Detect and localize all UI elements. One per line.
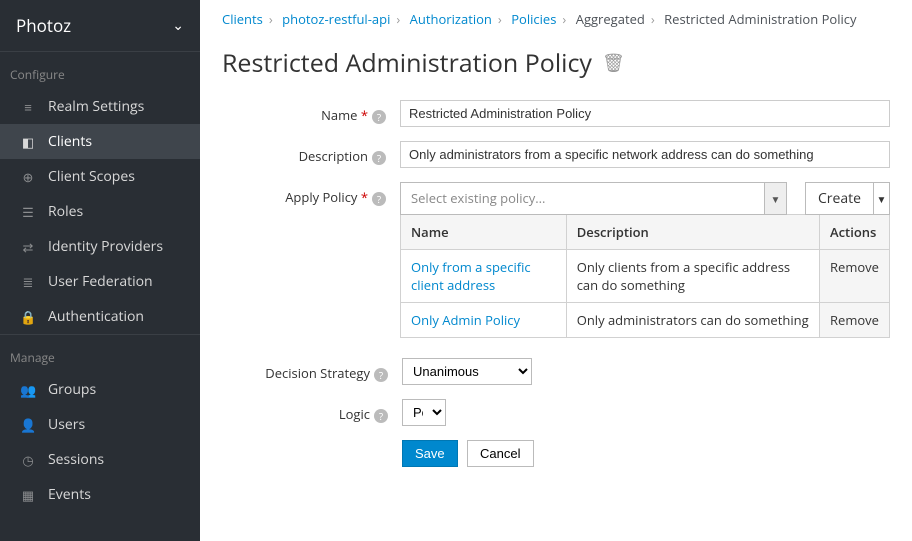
create-policy-dropdown[interactable]: Create ▼ (805, 182, 890, 215)
policy-desc: Only clients from a specific address can… (566, 250, 819, 303)
database-icon: ≣ (20, 273, 36, 291)
breadcrumb-clients[interactable]: Clients (222, 10, 263, 28)
apply-policy-label: Apply Policy *? (222, 182, 400, 206)
decision-strategy-select[interactable]: Unanimous (402, 358, 532, 385)
nav-manage: 👥Groups 👤Users ◷Sessions ▦Events (0, 372, 200, 512)
user-icon: 👤 (20, 416, 36, 434)
policy-desc: Only administrators can do something (566, 303, 819, 338)
logic-label: Logic? (222, 399, 402, 423)
breadcrumb-client[interactable]: photoz-restful-api (282, 10, 390, 28)
breadcrumb-aggregated: Aggregated (576, 10, 645, 28)
policy-link[interactable]: Only from a specific client address (411, 258, 531, 294)
remove-button[interactable]: Remove (830, 258, 879, 276)
description-input[interactable] (400, 141, 890, 168)
breadcrumb-sep: › (269, 10, 273, 28)
col-name: Name (401, 215, 567, 250)
applied-policies-table: Name Description Actions Only from a spe… (400, 214, 890, 338)
caret-down-icon[interactable]: ▼ (765, 182, 787, 215)
breadcrumb-sep: › (651, 10, 655, 28)
realm-selector[interactable]: Photoz ⌄ (0, 0, 200, 51)
sidebar-item-client-scopes[interactable]: ⊕Client Scopes (0, 159, 200, 194)
help-icon[interactable]: ? (372, 192, 386, 206)
scopes-icon: ⊕ (20, 168, 36, 186)
policy-link[interactable]: Only Admin Policy (411, 311, 520, 329)
cube-icon: ◧ (20, 133, 36, 151)
save-button[interactable]: Save (402, 440, 458, 467)
exchange-icon: ⇄ (20, 238, 36, 256)
main: Clients › photoz-restful-api › Authorizati… (200, 0, 912, 541)
nav-configure: ≡Realm Settings ◧Clients ⊕Client Scopes … (0, 89, 200, 334)
help-icon[interactable]: ? (372, 151, 386, 165)
breadcrumb-current: Restricted Administration Policy (664, 10, 856, 28)
sliders-icon: ≡ (20, 98, 36, 116)
sidebar-item-sessions[interactable]: ◷Sessions (0, 442, 200, 477)
sidebar-item-roles[interactable]: ☰Roles (0, 194, 200, 229)
lock-icon: 🔒 (20, 308, 36, 326)
breadcrumb-authorization[interactable]: Authorization (410, 10, 492, 28)
calendar-icon: ▦ (20, 486, 36, 504)
section-configure: Configure (0, 51, 200, 89)
policy-combobox[interactable]: Select existing policy... ▼ (400, 182, 787, 215)
logic-select[interactable]: Po (402, 399, 446, 426)
col-description: Description (566, 215, 819, 250)
breadcrumb: Clients › photoz-restful-api › Authorizati… (222, 8, 890, 46)
breadcrumb-sep: › (562, 10, 566, 28)
sidebar-item-realm-settings[interactable]: ≡Realm Settings (0, 89, 200, 124)
table-row: Only from a specific client address Only… (401, 250, 890, 303)
chevron-down-icon: ⌄ (172, 16, 184, 35)
sidebar-item-authentication[interactable]: 🔒Authentication (0, 299, 200, 334)
breadcrumb-sep: › (396, 10, 400, 28)
create-label: Create (805, 182, 874, 215)
sidebar-item-clients[interactable]: ◧Clients (0, 124, 200, 159)
caret-down-icon[interactable]: ▼ (874, 182, 890, 215)
name-input[interactable] (400, 100, 890, 127)
sidebar: Photoz ⌄ Configure ≡Realm Settings ◧Clie… (0, 0, 200, 541)
col-actions: Actions (820, 215, 890, 250)
sidebar-item-identity-providers[interactable]: ⇄Identity Providers (0, 229, 200, 264)
remove-button[interactable]: Remove (830, 311, 879, 329)
realm-name: Photoz (16, 14, 71, 37)
policy-combobox-placeholder: Select existing policy... (400, 182, 765, 215)
table-row: Only Admin Policy Only administrators ca… (401, 303, 890, 338)
description-label: Description? (222, 141, 400, 165)
name-label: Name *? (222, 100, 400, 124)
clock-icon: ◷ (20, 451, 36, 469)
decision-strategy-label: Decision Strategy? (222, 358, 402, 382)
sidebar-item-user-federation[interactable]: ≣User Federation (0, 264, 200, 299)
cancel-button[interactable]: Cancel (467, 440, 533, 467)
sidebar-item-users[interactable]: 👤Users (0, 407, 200, 442)
help-icon[interactable]: ? (372, 110, 386, 124)
sidebar-item-groups[interactable]: 👥Groups (0, 372, 200, 407)
page-title: Restricted Administration Policy 🗑 (222, 46, 890, 80)
trash-icon[interactable]: 🗑 (602, 51, 625, 75)
help-icon[interactable]: ? (374, 409, 388, 423)
sidebar-item-events[interactable]: ▦Events (0, 477, 200, 512)
breadcrumb-policies[interactable]: Policies (511, 10, 556, 28)
group-icon: 👥 (20, 381, 36, 399)
section-manage: Manage (0, 334, 200, 372)
breadcrumb-sep: › (498, 10, 502, 28)
list-icon: ☰ (20, 203, 36, 221)
help-icon[interactable]: ? (374, 368, 388, 382)
